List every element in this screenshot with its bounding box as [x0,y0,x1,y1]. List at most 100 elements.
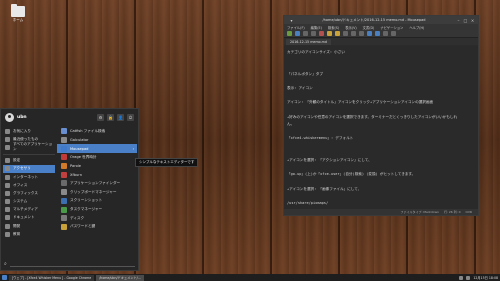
category-item[interactable]: 教育 [3,230,55,238]
lock-icon[interactable]: 🔒 [107,114,114,121]
app-label: クリップボードマネージャー [70,189,117,194]
find-icon[interactable] [367,31,372,36]
category-item[interactable]: アクセサリ [3,164,55,173]
category-item[interactable]: すべてのアプリケーション [3,142,55,152]
network-icon[interactable] [459,275,464,280]
star-icon [5,128,10,134]
avatar [5,113,14,122]
category-item[interactable]: 開発 [3,222,55,230]
category-label: マルチメディア [13,207,38,212]
app-item[interactable]: Orage 世界時計 [57,153,137,162]
search-icon: ⌕ [4,260,7,267]
maximize-icon[interactable]: □ [463,18,468,23]
whisker-menu: ubn ⚙ 🔒 👤 ⏻ お気に入り 最近使ったもの すべてのアプリケーション 設定 アク… [0,108,139,271]
username: ubn [17,115,27,120]
settings-icon[interactable]: ⚙ [97,114,104,121]
system-tray: 12月15日 18:08 [459,275,498,280]
category-item[interactable]: システム [3,198,55,206]
new-document-icon[interactable] [287,31,292,36]
redo-icon[interactable] [335,31,340,36]
menu-document[interactable]: 文書(D) [363,25,375,30]
whisker-menu-button[interactable] [2,275,7,280]
goto-line-icon[interactable] [383,31,388,36]
editor-line: 「xfce4-whiskermenu」: デフォルト [287,136,354,141]
window-titlebar[interactable]: ▾ /home/ubn/ドキュメント/2016-12-15 memo.md - … [284,16,478,24]
menu-search[interactable]: 検索(S) [328,25,339,30]
text-editor[interactable]: カテゴリのアイコンサイズ: 小さい 「パネルボタン」タブ 表示: アイコン アイコン:… [284,46,478,209]
app-item[interactable]: タスクマネージャー [57,205,137,214]
fullscreen-icon[interactable] [391,31,396,36]
folder-icon [11,4,25,17]
app-label: Parole [70,164,82,169]
home-folder-desktop-icon[interactable]: ホーム [6,4,30,23]
document-tab[interactable]: 2016-12-15 memo.md [286,39,331,45]
menu-help[interactable]: ヘルプ(H) [409,25,424,30]
app-item[interactable]: Mousepad › [57,144,137,154]
paste-icon[interactable] [359,31,364,36]
document-icon [5,215,10,221]
app-icon [61,128,67,135]
app-icon [61,197,67,204]
development-icon [5,223,10,229]
editor-line: アイコン: 「外観のタイトル」アイコンをクリック→アプリケーションアイコンの選択… [287,100,434,105]
taskbar-task-chrome[interactable]: [ウェブ] - [Xfce4 Whisker Menu ] - Google C… [9,274,95,281]
logout-icon[interactable]: ⏻ [127,114,134,121]
volume-icon[interactable] [466,275,471,280]
category-item[interactable]: インターネット [3,173,55,181]
category-item[interactable]: お気に入り [3,127,55,135]
app-item[interactable]: Parole [57,162,137,171]
app-icon [61,223,67,230]
app-item[interactable]: Xfburn [57,170,137,179]
menu-edit[interactable]: 編集(E) [311,25,322,30]
editor-line: →アイコンを選択: 「画像ファイル」にして、 [287,186,362,191]
open-file-icon[interactable] [295,31,300,36]
app-item[interactable]: Catfish ファイル検索 [57,127,137,136]
save-icon[interactable] [303,31,308,36]
app-label: Mousepad [70,146,89,151]
app-label: Galculator [70,138,89,143]
app-item[interactable]: パスワードと鍵 [57,223,137,232]
app-item[interactable]: アプリケーションファインダー [57,179,137,188]
category-label: インターネット [13,174,39,179]
close-tab-icon[interactable] [319,31,324,36]
mousepad-window[interactable]: ▾ /home/ubn/ドキュメント/2016-12-15 memo.md - … [283,15,479,216]
category-item[interactable]: オフィス [3,181,55,189]
taskbar-task-mousepad[interactable]: /home/ubn/ドキュメント/... [96,274,144,281]
menu-file[interactable]: ファイル(F) [287,25,305,30]
editor-line: /usr/share/pixmaps/ [287,200,329,205]
app-icon [61,215,67,222]
education-icon [5,231,10,237]
category-item[interactable]: グラフィックス [3,189,55,197]
category-item[interactable]: ドキュメント [3,214,55,222]
editor-line: 表示: アイコン [287,85,313,90]
save-as-icon[interactable] [311,31,316,36]
clock[interactable]: 12月15日 18:08 [473,275,498,280]
category-item[interactable]: 設定 [3,157,55,165]
menu-view[interactable]: 表示(V) [345,25,356,30]
category-item[interactable]: マルチメディア [3,206,55,214]
close-icon[interactable]: × [470,18,475,23]
app-item[interactable]: スクリーンショット [57,197,137,206]
status-filetype[interactable]: ファイルタイプ: Markdown [400,210,438,214]
user-switch-icon[interactable]: 👤 [117,114,124,121]
app-item[interactable]: ディスク [57,214,137,223]
minimize-icon[interactable]: – [456,18,461,23]
app-item[interactable]: Galculator [57,136,137,145]
app-label: タスクマネージャー [70,207,103,212]
menu-navigation[interactable]: ナビゲーション [380,25,403,30]
editor-line: ん。 [287,121,295,126]
chevron-right-icon[interactable]: › [133,147,134,151]
search-input[interactable] [9,260,135,267]
undo-icon[interactable] [327,31,332,36]
editor-line: 「go-up」(上)か「xfce-user」(自分)検索) (変換) がヒットし… [287,172,416,177]
replace-icon[interactable] [375,31,380,36]
copy-icon[interactable] [351,31,356,36]
window-title: /home/ubn/ドキュメント/2016-12-15 memo.md - Mo… [322,17,426,22]
app-item[interactable]: クリップボードマネージャー [57,188,137,197]
cut-icon[interactable] [343,31,348,36]
category-label: すべてのアプリケーション [13,142,53,152]
